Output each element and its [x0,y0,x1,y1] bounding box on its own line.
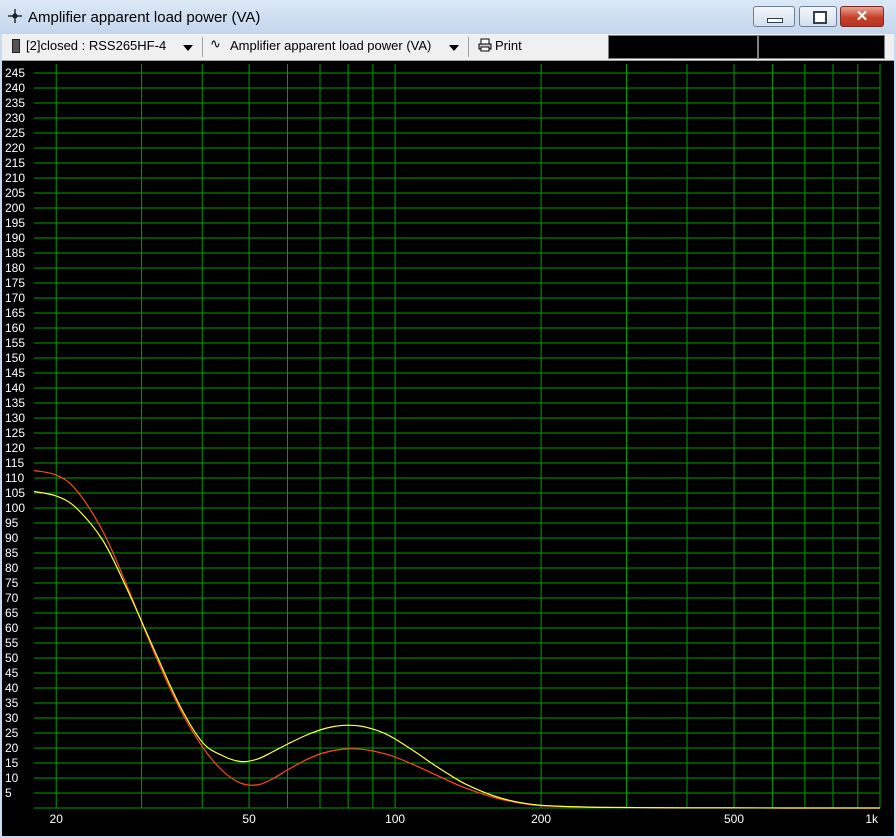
y-tick-label: 85 [5,546,19,560]
y-tick-label: 130 [5,411,25,425]
y-tick-label: 20 [5,741,19,755]
y-tick-label: 195 [5,216,25,230]
y-tick-label: 45 [5,666,19,680]
y-tick-label: 60 [5,621,19,635]
source-select[interactable]: [2]closed : RSS265HF-4 [26,38,166,53]
y-tick-label: 70 [5,591,19,605]
y-tick-label: 230 [5,111,25,125]
y-tick-label: 90 [5,531,19,545]
x-tick-label: 1k [865,812,879,826]
x-tick-label: 50 [242,812,256,826]
y-tick-label: 100 [5,501,25,515]
y-tick-label: 30 [5,711,19,725]
y-tick-label: 50 [5,651,19,665]
y-tick-label: 185 [5,246,25,260]
y-tick-label: 165 [5,306,25,320]
toolbar: [2]closed : RSS265HF-4 ∿ Amplifier appar… [2,34,894,61]
y-tick-label: 80 [5,561,19,575]
y-tick-label: 55 [5,636,19,650]
y-tick-label: 175 [5,276,25,290]
y-tick-label: 220 [5,141,25,155]
y-tick-label: 65 [5,606,19,620]
y-tick-label: 10 [5,771,19,785]
y-tick-label: 120 [5,441,25,455]
y-tick-label: 110 [5,471,24,485]
maximize-button[interactable] [799,6,837,27]
y-tick-label: 95 [5,516,19,530]
minimize-button[interactable] [753,6,795,27]
y-tick-label: 245 [5,66,25,80]
grid-vertical [55,64,881,808]
printer-icon[interactable] [478,38,492,52]
window-title: Amplifier apparent load power (VA) [28,9,261,26]
y-tick-label: 210 [5,171,25,185]
y-tick-labels: 5101520253035404550556065707580859095100… [5,66,25,800]
title-bar: Amplifier apparent load power (VA) ✕ [0,0,896,34]
crosshair-icon [8,9,22,23]
chevron-down-icon[interactable] [183,45,193,51]
y-tick-label: 35 [5,696,19,710]
y-tick-label: 40 [5,681,19,695]
y-tick-label: 235 [5,96,25,110]
plot-area[interactable]: 5 10 15 20 25 30 35 40 45 50 55 60 65 70 75 80 85 90 95 100… [2,61,894,836]
print-button[interactable]: Print [495,38,522,53]
y-tick-label: 155 [5,336,25,350]
close-icon: ✕ [855,8,869,25]
x-tick-label: 500 [724,812,744,826]
y-tick-label: 200 [5,201,25,215]
y-tick-label: 105 [5,486,25,500]
y-tick-label: 75 [5,576,19,590]
y-tick-label: 180 [5,261,25,275]
y-tick-label: 150 [5,351,25,365]
grid-horizontal [34,72,880,809]
readout-box [608,35,758,59]
y-tick-label: 125 [5,426,25,440]
y-tick-label: 215 [5,156,25,170]
y-tick-label: 5 [5,786,12,800]
y-tick-label: 190 [5,231,25,245]
maximize-icon [813,11,827,24]
sine-wave-icon: ∿ [210,36,221,51]
y-tick-label: 145 [5,366,25,380]
y-tick-label: 25 [5,726,19,740]
y-tick-label: 135 [5,396,25,410]
measurement-select[interactable]: Amplifier apparent load power (VA) [230,38,431,53]
series-line-1 [33,490,880,809]
y-tick-label: 170 [5,291,25,305]
speaker-icon [12,39,20,53]
y-tick-label: 205 [5,186,25,200]
y-tick-label: 240 [5,81,25,95]
toolbar-separator [202,37,203,57]
x-tick-label: 200 [531,812,551,826]
series-group [33,469,880,809]
y-tick-label: 160 [5,321,25,335]
x-tick-labels: 20 50 100 200 500 1k [50,812,879,826]
y-tick-label: 140 [5,381,25,395]
series-line-2 [33,469,880,809]
minimize-icon [767,18,783,23]
x-tick-label: 20 [50,812,64,826]
x-tick-label: 100 [385,812,405,826]
y-tick-label: 225 [5,126,25,140]
close-button[interactable]: ✕ [840,6,884,27]
chart[interactable]: 5101520253035404550556065707580859095100… [2,61,894,836]
chevron-down-icon[interactable] [449,45,459,51]
toolbar-separator [468,37,469,57]
y-tick-label: 15 [5,756,19,770]
readout-box [758,35,885,59]
y-tick-label: 115 [5,456,24,470]
